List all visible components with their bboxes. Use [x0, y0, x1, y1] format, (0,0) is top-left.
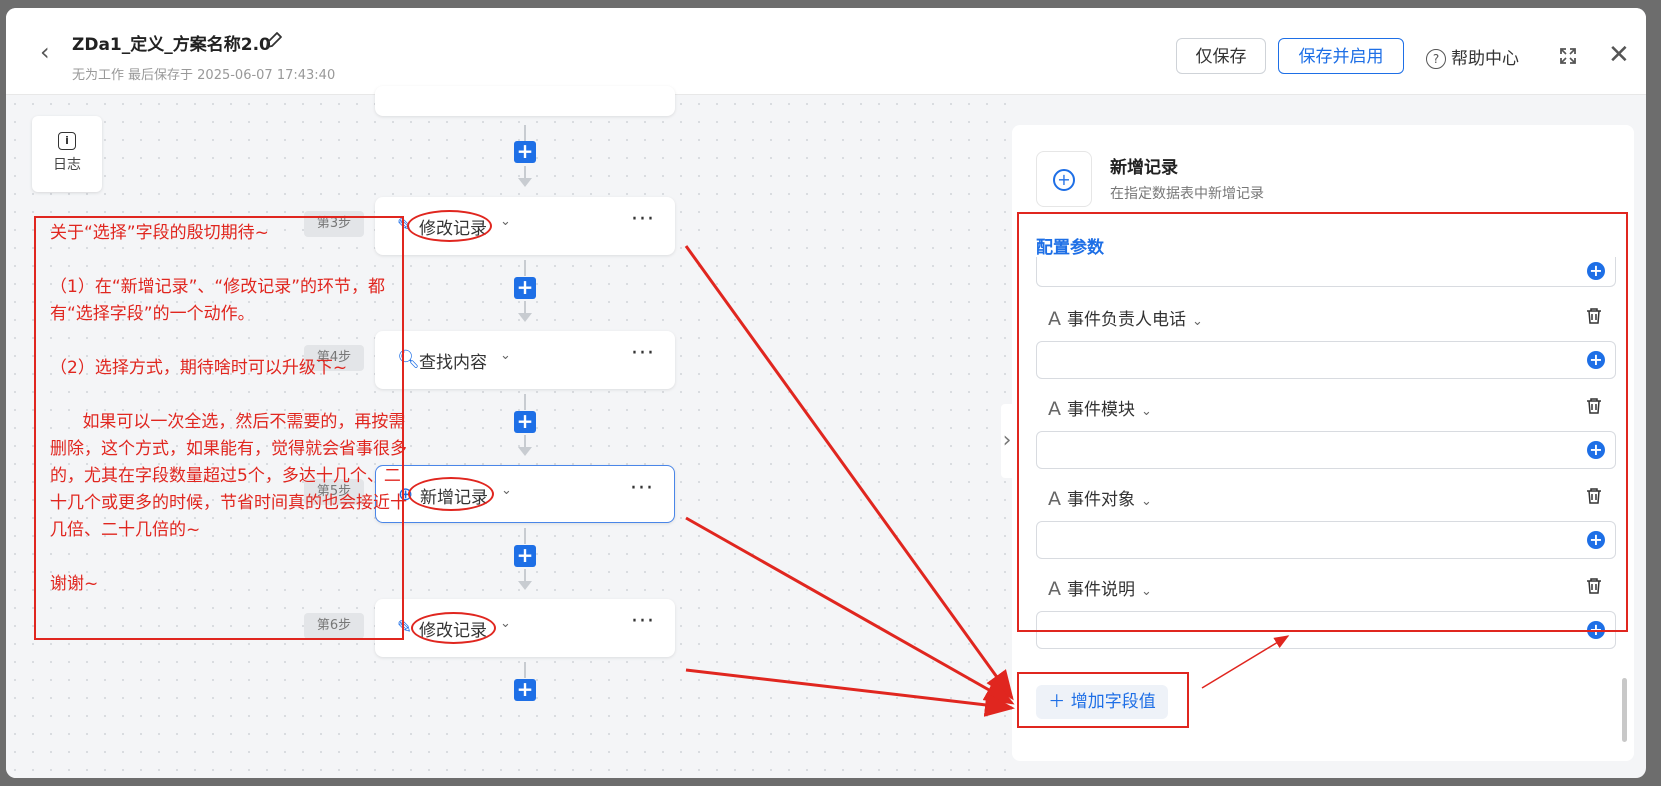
connector-arrow	[518, 178, 532, 187]
highlight-ellipse	[407, 210, 492, 242]
connector-arrow	[518, 447, 532, 456]
connector	[524, 394, 526, 410]
question-circle-icon: ?	[1426, 49, 1446, 69]
workflow-modal: ‹ ZDa1_定义_方案名称2.0 无为工作 最后保存于 2025-06-07 1…	[6, 8, 1646, 778]
highlight-ellipse	[411, 612, 496, 644]
info-icon: i	[58, 132, 76, 150]
scrollbar[interactable]	[1622, 678, 1627, 742]
save-only-button[interactable]: 仅保存	[1176, 38, 1266, 74]
more-options-icon[interactable]: ···	[631, 609, 655, 634]
back-icon[interactable]: ‹	[40, 38, 50, 66]
flow-node-partial[interactable]	[375, 86, 675, 116]
connector	[524, 528, 526, 544]
flow-node-find-content[interactable]: 🔍︎ 查找内容 ⌄ ···	[375, 331, 675, 389]
workspace-name: 无为工作	[72, 68, 125, 83]
connector	[524, 435, 526, 447]
highlight-box-params	[1017, 212, 1628, 632]
last-saved: 最后保存于 2025-06-07 17:43:40	[128, 68, 336, 83]
fullscreen-icon[interactable]	[1558, 46, 1578, 66]
connector	[524, 260, 526, 276]
connector-arrow	[518, 313, 532, 322]
connector	[524, 166, 526, 178]
chevron-down-icon[interactable]: ⌄	[501, 483, 512, 498]
connector	[524, 301, 526, 313]
log-label: 日志	[53, 157, 81, 173]
annotation-text: 关于“选择”字段的殷切期待~ （1）在“新增记录”、“修改记录”的环节，都有“选…	[50, 223, 407, 594]
pencil-icon[interactable]	[264, 30, 284, 50]
chevron-down-icon[interactable]: ⌄	[500, 616, 511, 631]
highlight-box-add-field	[1017, 672, 1189, 728]
add-step-button[interactable]: +	[514, 277, 536, 299]
panel-subtitle: 在指定数据表中新增记录	[1110, 186, 1264, 202]
save-and-enable-button[interactable]: 保存并启用	[1278, 38, 1404, 74]
log-button[interactable]: i 日志	[32, 116, 102, 192]
connector-arrow	[518, 581, 532, 590]
connector	[524, 662, 526, 678]
add-step-button[interactable]: +	[514, 141, 536, 163]
panel-title: 新增记录	[1110, 158, 1178, 178]
add-step-button[interactable]: +	[514, 545, 536, 567]
action-icon-box: +	[1036, 151, 1092, 207]
more-options-icon[interactable]: ···	[631, 341, 655, 366]
close-icon[interactable]: ✕	[1608, 42, 1630, 68]
save-status: 无为工作 最后保存于 2025-06-07 17:43:40	[72, 64, 339, 83]
connector	[524, 569, 526, 581]
highlight-ellipse	[408, 477, 494, 511]
help-label: 帮助中心	[1451, 49, 1519, 69]
help-center-link[interactable]: ? 帮助中心	[1426, 44, 1519, 69]
header: ‹ ZDa1_定义_方案名称2.0 无为工作 最后保存于 2025-06-07 1…	[6, 8, 1646, 95]
more-options-icon[interactable]: ···	[631, 207, 655, 232]
chevron-down-icon[interactable]: ⌄	[500, 348, 511, 363]
add-step-button[interactable]: +	[514, 411, 536, 433]
node-label: 查找内容	[419, 353, 487, 373]
plus-circle-icon: +	[1053, 168, 1075, 191]
add-step-button[interactable]: +	[514, 679, 536, 701]
chevron-down-icon[interactable]: ⌄	[500, 214, 511, 229]
page-title: ZDa1_定义_方案名称2.0	[72, 35, 271, 55]
more-options-icon[interactable]: ···	[630, 476, 654, 501]
